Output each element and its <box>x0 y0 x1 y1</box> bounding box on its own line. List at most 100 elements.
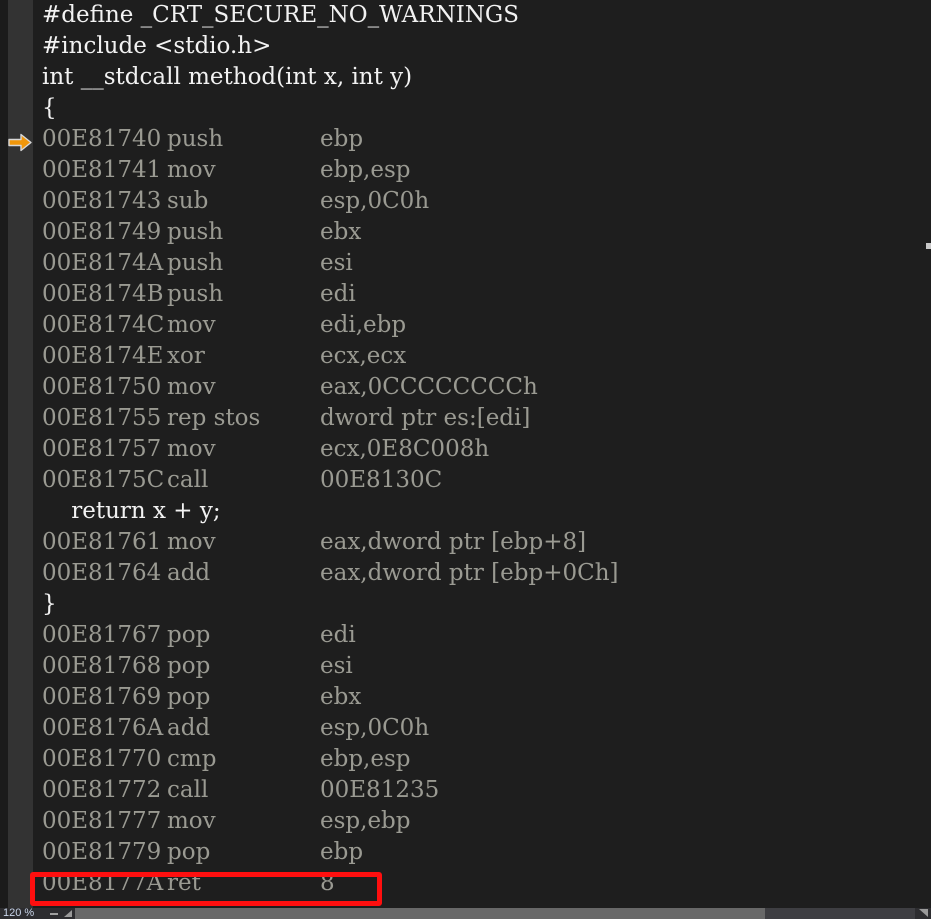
instruction-mnemonic: call <box>167 467 209 493</box>
source-line-text: #include <stdio.h> <box>42 33 272 59</box>
instruction-mnemonic: push <box>167 219 224 245</box>
instruction-address: 00E81770 <box>42 746 162 772</box>
instruction-pointer-arrow-icon <box>8 130 32 152</box>
scroll-position-marker[interactable] <box>926 243 931 249</box>
source-code-line[interactable]: #define _CRT_SECURE_NO_WARNINGS <box>0 0 931 31</box>
instruction-operands: ecx,ecx <box>320 343 407 369</box>
instruction-operands: ecx,0E8C008h <box>320 436 490 462</box>
instruction-mnemonic: mov <box>167 529 216 555</box>
instruction-operands: esi <box>320 653 353 679</box>
source-code-line[interactable]: int __stdcall method(int x, int y) <box>0 62 931 93</box>
disassembly-line[interactable]: 00E81764 add eax,dword ptr [ebp+0Ch] <box>0 558 931 589</box>
source-line-text: return x + y; <box>42 498 221 524</box>
disassembly-line[interactable]: 00E8174E xor ecx,ecx <box>0 341 931 372</box>
instruction-operands: 8 <box>320 870 335 896</box>
instruction-operands: edi,ebp <box>320 312 407 338</box>
instruction-operands: eax,0CCCCCCCCh <box>320 374 538 400</box>
instruction-operands: ebx <box>320 684 362 710</box>
instruction-mnemonic: push <box>167 126 224 152</box>
hscroll-left-arrow-icon[interactable] <box>61 908 75 919</box>
instruction-address: 00E81764 <box>42 560 162 586</box>
disassembly-line[interactable]: 00E8174C mov edi,ebp <box>0 310 931 341</box>
disassembly-line[interactable]: 00E81770 cmp ebp,esp <box>0 744 931 775</box>
instruction-mnemonic: add <box>167 715 211 741</box>
instruction-mnemonic: pop <box>167 653 211 679</box>
instruction-address: 00E81755 <box>42 405 162 431</box>
disassembly-line[interactable]: 00E8175C call 00E8130C <box>0 465 931 496</box>
instruction-address: 00E81750 <box>42 374 162 400</box>
instruction-operands: eax,dword ptr [ebp+0Ch] <box>320 560 619 586</box>
instruction-address: 00E8174B <box>42 281 164 307</box>
source-code-line[interactable]: return x + y; <box>0 496 931 527</box>
source-code-line[interactable]: } <box>0 589 931 620</box>
instruction-operands: edi <box>320 622 356 648</box>
disassembly-line[interactable]: 00E81768 pop esi <box>0 651 931 682</box>
instruction-address: 00E81741 <box>42 157 162 183</box>
zoom-out-button[interactable] <box>47 908 61 919</box>
editor-bottom-bar: 120 % <box>0 908 931 919</box>
disassembly-window: #define _CRT_SECURE_NO_WARNINGS #include … <box>0 0 931 919</box>
zoom-level-label[interactable]: 120 % <box>0 908 47 919</box>
disassembly-line[interactable]: 00E8177A ret 8 <box>0 868 931 899</box>
disassembly-line[interactable]: 00E8174A push esi <box>0 248 931 279</box>
disassembly-line[interactable]: 00E81743 sub esp,0C0h <box>0 186 931 217</box>
source-code-line[interactable]: { <box>0 93 931 124</box>
disassembly-line[interactable]: 00E81769 pop ebx <box>0 682 931 713</box>
instruction-operands: ebp <box>320 839 364 865</box>
disassembly-line[interactable]: 00E81750 mov eax,0CCCCCCCCh <box>0 372 931 403</box>
horizontal-scrollbar-track[interactable] <box>75 908 915 919</box>
instruction-operands: eax,dword ptr [ebp+8] <box>320 529 587 555</box>
instruction-mnemonic: pop <box>167 684 211 710</box>
instruction-mnemonic: mov <box>167 312 216 338</box>
instruction-address: 00E81761 <box>42 529 162 555</box>
disassembly-line[interactable]: 00E81761 mov eax,dword ptr [ebp+8] <box>0 527 931 558</box>
instruction-operands: edi <box>320 281 356 307</box>
instruction-address: 00E81743 <box>42 188 162 214</box>
instruction-operands: esp,0C0h <box>320 188 430 214</box>
instruction-mnemonic: mov <box>167 157 216 183</box>
hscroll-right-arrow-icon[interactable] <box>915 908 931 919</box>
disassembly-line[interactable]: 00E81757 mov ecx,0E8C008h <box>0 434 931 465</box>
instruction-operands: esi <box>320 250 353 276</box>
instruction-mnemonic: mov <box>167 436 216 462</box>
disassembly-editor[interactable]: #define _CRT_SECURE_NO_WARNINGS #include … <box>0 0 931 908</box>
disassembly-line[interactable]: 00E81777 mov esp,ebp <box>0 806 931 837</box>
source-code-line[interactable]: #include <stdio.h> <box>0 31 931 62</box>
disassembly-line[interactable]: 00E81772 call 00E81235 <box>0 775 931 806</box>
instruction-mnemonic: mov <box>167 374 216 400</box>
disassembly-line[interactable]: 00E81749 push ebx <box>0 217 931 248</box>
instruction-mnemonic: cmp <box>167 746 217 772</box>
instruction-address: 00E8174E <box>42 343 164 369</box>
disassembly-line[interactable]: 00E81755 rep stos dword ptr es:[edi] <box>0 403 931 434</box>
instruction-mnemonic: rep stos <box>167 405 261 431</box>
instruction-mnemonic: call <box>167 777 209 803</box>
disassembly-line[interactable]: 00E81740 push ebp <box>0 124 931 155</box>
code-line-list: #define _CRT_SECURE_NO_WARNINGS #include … <box>0 0 931 908</box>
instruction-address: 00E81777 <box>42 808 162 834</box>
instruction-operands: ebx <box>320 219 362 245</box>
instruction-mnemonic: ret <box>167 870 201 896</box>
instruction-operands: esp,ebp <box>320 808 411 834</box>
source-line-text: } <box>42 591 57 617</box>
disassembly-line[interactable]: 00E81741 mov ebp,esp <box>0 155 931 186</box>
instruction-address: 00E81767 <box>42 622 162 648</box>
instruction-operands: ebp <box>320 126 364 152</box>
instruction-address: 00E8175C <box>42 467 165 493</box>
instruction-address: 00E81740 <box>42 126 162 152</box>
instruction-mnemonic: push <box>167 250 224 276</box>
disassembly-line[interactable]: 00E8176A add esp,0C0h <box>0 713 931 744</box>
disassembly-line[interactable]: 00E81779 pop ebp <box>0 837 931 868</box>
instruction-address: 00E8174A <box>42 250 164 276</box>
instruction-address: 00E81749 <box>42 219 162 245</box>
instruction-operands: 00E8130C <box>320 467 443 493</box>
instruction-mnemonic: pop <box>167 622 211 648</box>
instruction-mnemonic: add <box>167 560 211 586</box>
source-line-text: { <box>42 95 57 121</box>
instruction-mnemonic: mov <box>167 808 216 834</box>
instruction-address: 00E81772 <box>42 777 162 803</box>
instruction-mnemonic: xor <box>167 343 205 369</box>
instruction-operands: dword ptr es:[edi] <box>320 405 531 431</box>
disassembly-line[interactable]: 00E81767 pop edi <box>0 620 931 651</box>
disassembly-line[interactable]: 00E8174B push edi <box>0 279 931 310</box>
horizontal-scrollbar-thumb[interactable] <box>75 908 765 919</box>
